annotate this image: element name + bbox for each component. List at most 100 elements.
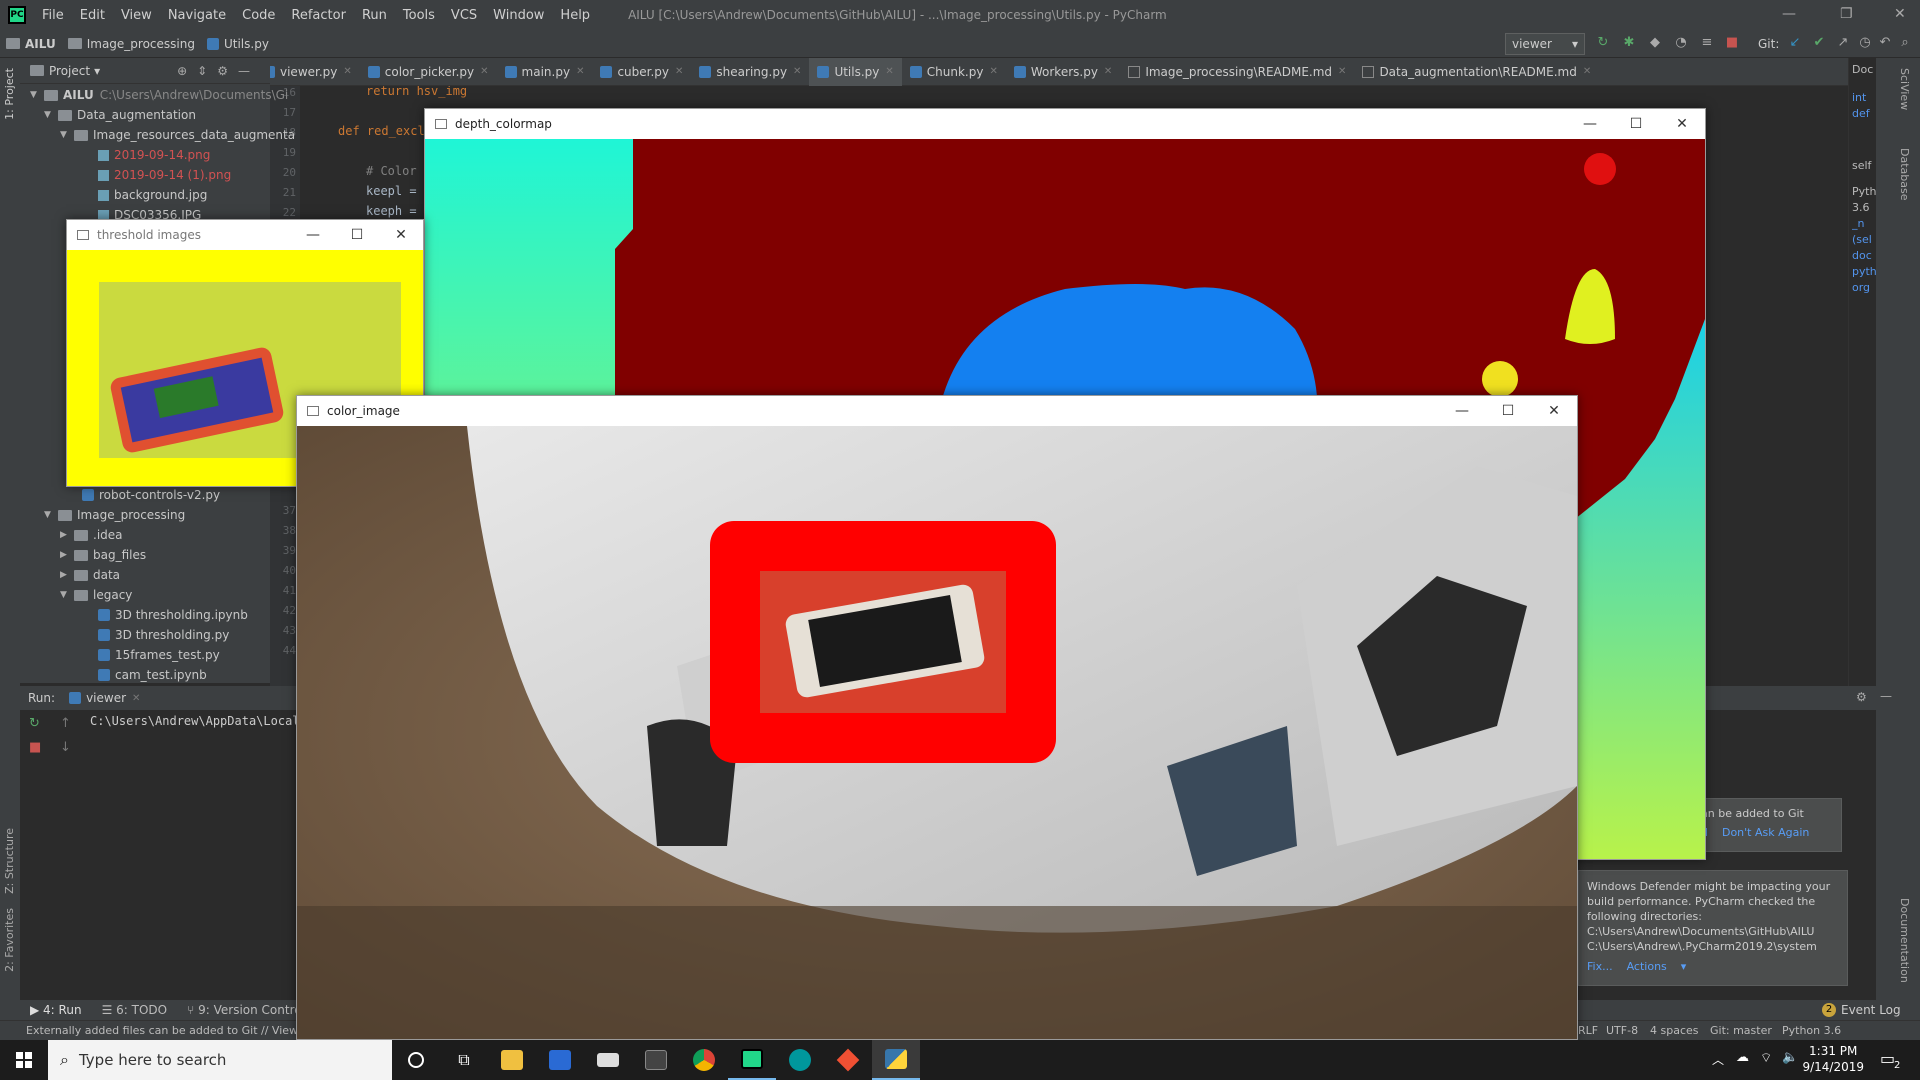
mail-icon[interactable] [584,1040,632,1080]
tree-item[interactable]: ▼ Image_processing [44,508,185,522]
run-config-select[interactable]: viewer ▾ [1505,33,1585,55]
sciview-tool-tab[interactable]: SciView [1898,68,1911,110]
indent-setting[interactable]: 4 spaces [1650,1024,1699,1037]
git-icon[interactable] [824,1040,872,1080]
tray-chevron-icon[interactable]: ︿ [1712,1051,1724,1068]
action-center-icon[interactable]: ▭ [1880,1049,1895,1068]
debug-icon[interactable]: ✱ [1622,36,1636,50]
volume-icon[interactable]: 🔈 [1782,1050,1798,1065]
close-icon[interactable]: ✕ [1659,109,1705,139]
close-tab-icon[interactable]: ✕ [576,66,584,77]
doc-link[interactable]: doc [1852,248,1878,264]
minimize-icon[interactable]: — [1439,396,1485,426]
close-tab-icon[interactable]: ✕ [989,66,997,77]
settings-icon[interactable]: ⚙ [1856,690,1867,704]
tab-color-picker[interactable]: color_picker.py ✕ [360,58,497,86]
menu-refactor[interactable]: Refactor [283,8,354,23]
terminal-icon[interactable] [632,1040,680,1080]
doc-link[interactable]: (sel [1852,232,1878,248]
minimize-icon[interactable]: — [291,220,335,250]
breadcrumb-project[interactable]: AILU [0,37,62,51]
event-log-tab[interactable]: 2 Event Log [1822,1003,1901,1017]
close-icon[interactable]: ✕ [379,220,423,250]
tab-data-augmentation-readme[interactable]: Data_augmentation\README.md ✕ [1354,58,1599,86]
stop-icon[interactable]: ■ [29,740,41,755]
close-tab-icon[interactable]: ✕ [1583,66,1591,77]
close-tab-icon[interactable]: ✕ [793,66,801,77]
menu-file[interactable]: File [34,8,72,23]
doc-link[interactable]: pyth [1852,264,1878,280]
project-tool-tab[interactable]: 1: Project [3,68,16,120]
menu-vcs[interactable]: VCS [443,8,485,23]
close-icon[interactable]: ✕ [1894,6,1906,22]
menu-tools[interactable]: Tools [395,8,443,23]
pane-action-icons[interactable]: ⊕⇕⚙— [177,64,260,78]
tree-item[interactable]: background.jpg [98,188,207,202]
arrow-down-icon[interactable]: ↓ [60,740,71,755]
close-tab-icon[interactable]: ✕ [675,66,683,77]
hide-icon[interactable]: — [1880,689,1892,703]
menu-edit[interactable]: Edit [72,8,113,23]
close-tab-icon[interactable]: ✕ [885,66,893,77]
tree-item[interactable]: ▶ data [60,568,120,582]
close-tab-icon[interactable]: ✕ [132,693,140,704]
menu-help[interactable]: Help [552,8,598,23]
tree-item[interactable]: 2019-09-14.png [98,148,210,162]
maximize-icon[interactable]: ☐ [335,220,379,250]
coverage-icon[interactable]: ◆ [1648,36,1662,50]
git-branch[interactable]: Git: master [1710,1024,1772,1037]
taskbar-search[interactable]: ⌕ Type here to search [48,1040,392,1080]
tab-cuber[interactable]: cuber.py ✕ [592,58,691,86]
project-view-select[interactable]: Project [49,64,90,78]
maximize-icon[interactable]: ☐ [1485,396,1531,426]
run-concurrency-icon[interactable]: ≡ [1700,36,1714,50]
chrome-icon[interactable] [680,1040,728,1080]
close-icon[interactable]: ✕ [1531,396,1577,426]
maximize-icon[interactable]: ☐ [1613,109,1659,139]
menu-window[interactable]: Window [485,8,552,23]
close-tab-icon[interactable]: ✕ [1338,66,1346,77]
close-tab-icon[interactable]: ✕ [343,66,351,77]
tree-item[interactable]: 3D thresholding.ipynb [98,608,248,622]
tree-item[interactable]: ▼ Image_resources_data_augmenta [60,128,295,142]
breadcrumb-folder[interactable]: Image_processing [62,37,201,51]
favorites-tool-tab[interactable]: 2: Favorites [3,908,16,972]
tab-utils[interactable]: Utils.py ✕ [809,57,902,86]
breadcrumb-file[interactable]: Utils.py [201,37,275,51]
python-icon[interactable] [872,1040,920,1080]
tree-item[interactable]: 15frames_test.py [98,648,220,662]
vcs-tool-tab[interactable]: ⑂ 9: Version Control [187,1003,305,1017]
start-button[interactable] [0,1040,48,1080]
minimize-icon[interactable]: — [1782,6,1796,22]
actions-link[interactable]: Actions [1627,960,1667,973]
menu-view[interactable]: View [113,8,160,23]
pycharm-icon[interactable] [728,1040,776,1080]
minimize-icon[interactable]: — [1567,109,1613,139]
tab-image-processing-readme[interactable]: Image_processing\README.md ✕ [1120,58,1354,86]
git-push-icon[interactable]: ↗ [1836,36,1850,50]
tree-item[interactable]: ▼ Data_augmentation [44,108,196,122]
git-commit-icon[interactable]: ✔ [1812,36,1826,50]
tree-item[interactable]: robot-controls-v2.py [82,488,220,502]
fix-link[interactable]: Fix... [1587,960,1613,973]
documentation-tool-tab[interactable]: Documentation [1898,898,1911,983]
arduino-icon[interactable] [776,1040,824,1080]
taskbar-clock[interactable]: 1:31 PM 9/14/2019 [1802,1043,1864,1075]
tree-item[interactable]: ▼ legacy [60,588,132,602]
search-icon[interactable]: ⌕ [1898,36,1912,50]
profile-icon[interactable]: ◔ [1674,36,1688,50]
rerun-icon[interactable]: ↻ [29,716,40,731]
task-view-icon[interactable]: ⧉ [440,1040,488,1080]
rerun-icon[interactable]: ↻ [1596,36,1610,50]
stop-icon[interactable]: ■ [1725,36,1739,50]
todo-tool-tab[interactable]: ☰ 6: TODO [102,1003,168,1017]
tree-item[interactable]: 3D thresholding.py [98,628,229,642]
run-tab-viewer[interactable]: viewer ✕ [69,691,140,705]
tab-chunk[interactable]: Chunk.py ✕ [902,58,1006,86]
tab-workers[interactable]: Workers.py ✕ [1006,58,1120,86]
tree-root[interactable]: ▼ AILU C:\Users\Andrew\Documents\Gi [30,88,288,102]
structure-tool-tab[interactable]: Z: Structure [3,828,16,894]
file-encoding[interactable]: UTF-8 [1606,1024,1638,1037]
git-update-icon[interactable]: ↙ [1788,36,1802,50]
tree-item[interactable]: 2019-09-14 (1).png [98,168,231,182]
